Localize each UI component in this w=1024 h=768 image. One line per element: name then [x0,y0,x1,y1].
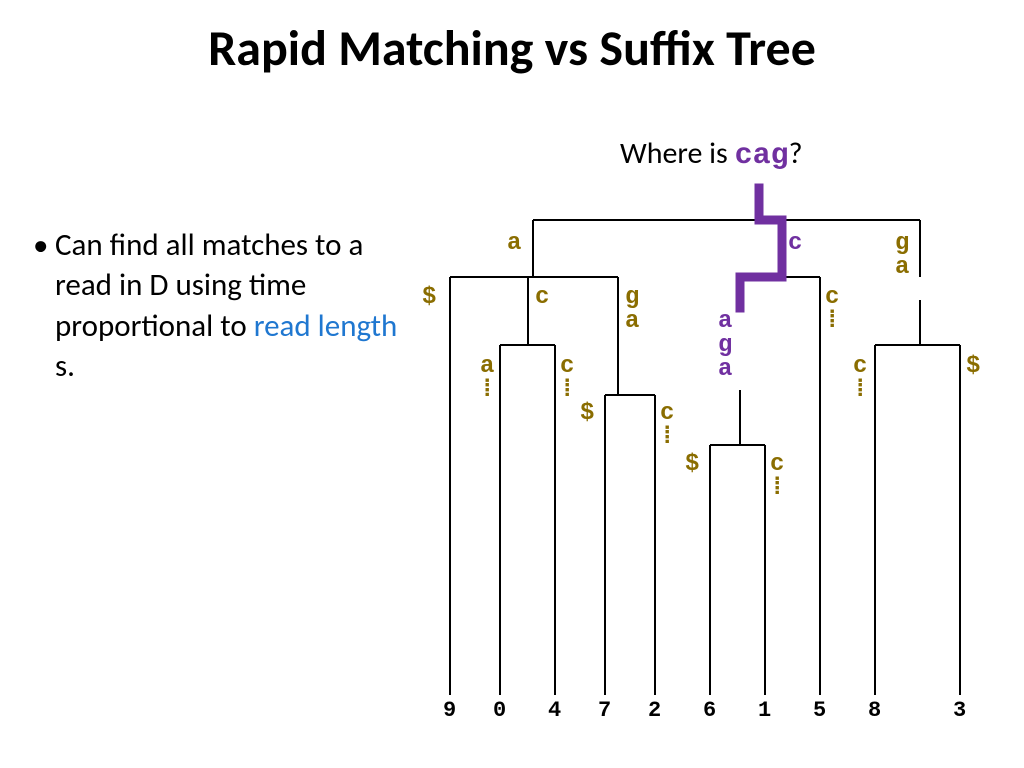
edge-c-c: c ⁞ [825,286,839,334]
leaf-8: 8 [868,698,881,723]
edge-c-aga-c: c ⁞ [770,453,784,501]
bullet-marker: • [33,225,48,265]
leaf-0: 0 [493,698,506,723]
slide-title: Rapid Matching vs Suffix Tree [0,18,1024,79]
edge-a: a [507,232,521,256]
query-prefix: Where is [620,135,735,172]
bullet-text-after: s. [55,347,75,385]
edge-a-dollar: $ [422,286,436,310]
bullet-highlight: read length [254,307,398,345]
edge-ga-dollar: $ [966,355,980,379]
leaf-9: 9 [443,698,456,723]
edge-a-c-a: a ⁞ [480,355,494,403]
leaf-3: 3 [953,698,966,723]
leaf-7: 7 [598,698,611,723]
query-label: Where is cag? [620,135,802,173]
leaf-2: 2 [648,698,661,723]
edge-a-ga: g a [625,286,639,334]
edge-ga-c: c ⁞ [853,355,867,403]
leaf-5: 5 [813,698,826,723]
suffix-tree-diagram: a c g a $ c g a a ⁞ c ⁞ $ c ⁞ a g a c ⁞ … [420,180,1010,740]
edge-c-aga-dollar: $ [685,453,699,477]
edge-ga: g a [895,232,909,280]
query-pattern: cag [735,139,789,173]
edge-a-c: c [535,286,549,310]
edge-a-ga-dollar: $ [580,402,594,426]
tree-svg [420,180,1010,740]
query-suffix: ? [789,135,803,172]
leaf-4: 4 [548,698,561,723]
leaf-1: 1 [758,698,771,723]
leaf-6: 6 [703,698,716,723]
edge-a-ga-c: c ⁞ [660,402,674,450]
edge-c: c [788,232,802,256]
edge-a-c-c: c ⁞ [560,355,574,403]
bullet-item: • Can find all matches to a read in D us… [55,225,415,386]
edge-c-aga: a g a [718,310,732,382]
slide: Rapid Matching vs Suffix Tree • Can find… [0,0,1024,768]
